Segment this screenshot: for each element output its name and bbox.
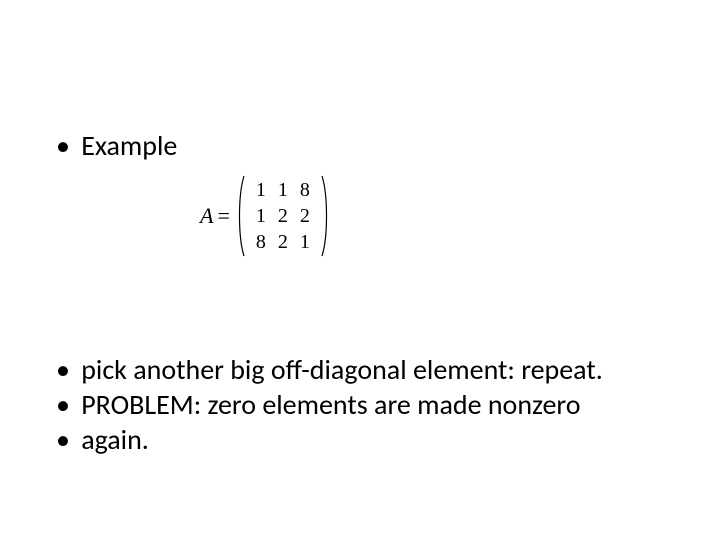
bullet-block-top: Example bbox=[56, 128, 680, 163]
matrix-cell: 2 bbox=[272, 229, 294, 255]
matrix-cells: 118122821 bbox=[246, 175, 320, 257]
matrix-cell: 1 bbox=[250, 177, 272, 203]
bullet-block-bottom: pick another big off-diagonal element: r… bbox=[56, 352, 680, 457]
matrix-equation: A=118122821 bbox=[200, 175, 330, 257]
left-paren-icon bbox=[236, 175, 246, 257]
bullet-text: PROBLEM: zero elements are made nonzero bbox=[81, 387, 580, 422]
equals-sign: = bbox=[217, 203, 229, 229]
bullet-item: again. bbox=[56, 422, 680, 457]
matrix-row: 118 bbox=[250, 177, 316, 203]
matrix-row: 821 bbox=[250, 229, 316, 255]
matrix-cell: 2 bbox=[272, 203, 294, 229]
matrix-cell: 2 bbox=[294, 203, 316, 229]
bullet-list-top: Example bbox=[56, 128, 680, 163]
bullet-text: pick another big off-diagonal element: r… bbox=[81, 352, 603, 387]
bullet-item: PROBLEM: zero elements are made nonzero bbox=[56, 387, 680, 422]
bullet-item: pick another big off-diagonal element: r… bbox=[56, 352, 680, 387]
matrix-cell: 1 bbox=[294, 229, 316, 255]
bullet-text: again. bbox=[81, 422, 149, 457]
bullet-text: Example bbox=[81, 128, 177, 163]
matrix-cell: 8 bbox=[250, 229, 272, 255]
matrix-row: 122 bbox=[250, 203, 316, 229]
slide: Example A=118122821 pick another big off… bbox=[0, 0, 720, 540]
matrix-cell: 1 bbox=[250, 203, 272, 229]
matrix-cell: 8 bbox=[294, 177, 316, 203]
right-paren-icon bbox=[320, 175, 330, 257]
bullet-item: Example bbox=[56, 128, 680, 163]
matrix-lhs: A bbox=[200, 203, 213, 229]
matrix-cell: 1 bbox=[272, 177, 294, 203]
bullet-list-bottom: pick another big off-diagonal element: r… bbox=[56, 352, 680, 457]
